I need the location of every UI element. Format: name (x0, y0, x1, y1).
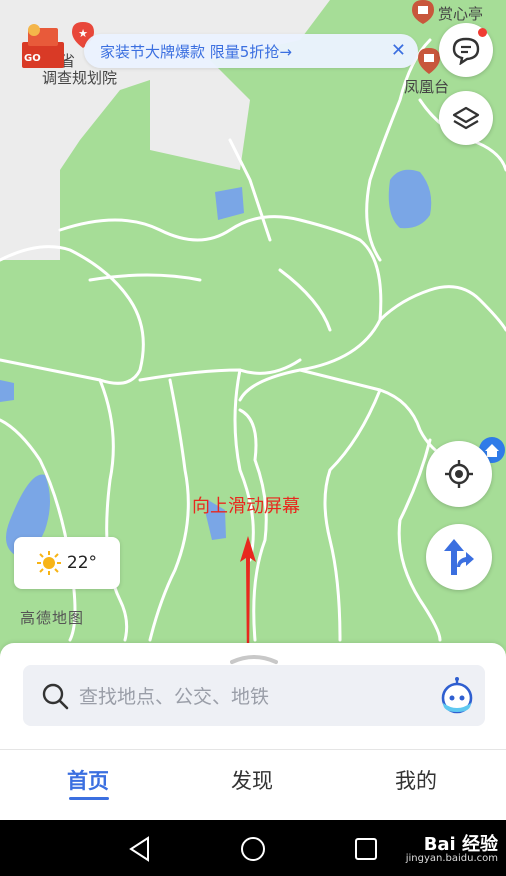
tab-mine[interactable]: 我的 (395, 765, 437, 795)
notification-dot (478, 28, 487, 37)
weather-temperature: 22° (66, 553, 98, 573)
bottom-sheet[interactable]: 查找地点、公交、地铁 首页 发现 我的 (0, 643, 506, 820)
locate-button[interactable] (426, 441, 492, 507)
tab-home[interactable]: 首页 (67, 765, 109, 795)
tab-discover[interactable]: 发现 (231, 765, 273, 795)
swipe-hint-text: 向上滑动屏幕 (192, 496, 300, 517)
close-icon[interactable]: ✕ (391, 40, 406, 61)
route-arrow-icon (444, 539, 474, 575)
system-nav-bar: Bai 经验 jingyan.baidu.com (0, 820, 506, 876)
baidu-watermark-url: jingyan.baidu.com (405, 853, 498, 864)
poi-label-fenghuangtai[interactable]: 凤凰台 (404, 76, 449, 97)
promo-banner-text[interactable]: 家装节大牌爆款 限量5折抢→ (100, 41, 292, 62)
tab-active-indicator (69, 797, 109, 800)
poi-pin-icon (412, 0, 434, 24)
amap-brand-label: 高德地图 (20, 609, 85, 627)
tab-divider (0, 749, 506, 750)
layers-button[interactable] (439, 91, 493, 145)
chat-bubble-icon (452, 37, 480, 65)
poi-label-institute-line2[interactable]: 调查规划院 (42, 67, 117, 88)
promo-banner[interactable]: 家装节大牌爆款 限量5折抢→ ✕ (84, 34, 418, 68)
promo-go-label: GO (24, 53, 41, 64)
search-icon (42, 683, 69, 709)
route-button[interactable] (426, 524, 492, 590)
home-circle-icon[interactable] (240, 836, 266, 862)
recents-icon[interactable] (354, 837, 378, 861)
voice-assistant-icon[interactable] (439, 677, 475, 715)
svg-text:★: ★ (78, 27, 88, 40)
promo-gift-badge[interactable]: GO (20, 22, 66, 70)
drag-handle[interactable] (230, 651, 278, 665)
weather-widget[interactable]: 22° (14, 537, 120, 589)
poi-pin-icon (418, 48, 440, 74)
layers-icon (452, 106, 480, 130)
search-bar[interactable]: 查找地点、公交、地铁 (23, 665, 485, 726)
back-icon[interactable] (128, 836, 152, 862)
search-input[interactable]: 查找地点、公交、地铁 (79, 682, 269, 709)
poi-label-shangxinting[interactable]: 赏心亭 (438, 3, 483, 24)
sun-icon (36, 551, 61, 575)
message-button[interactable] (439, 23, 493, 77)
crosshair-icon (445, 460, 473, 488)
